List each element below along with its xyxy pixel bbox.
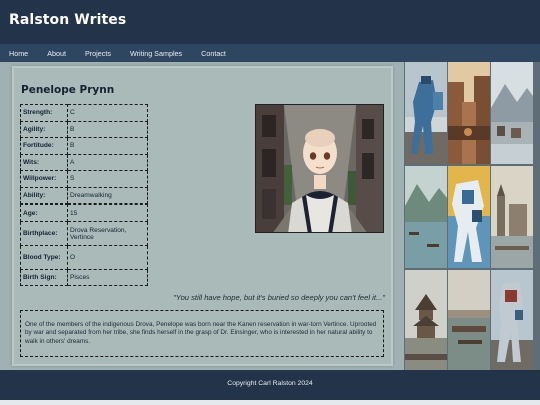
gallery-harbor-image[interactable] [448, 270, 490, 372]
detail-value: Pisces [67, 269, 148, 286]
gallery-pagoda-image[interactable] [405, 270, 447, 372]
site-header: Ralston Writes [0, 0, 540, 44]
table-row: Birthplace: Drova Reservation, Vertince [20, 221, 148, 246]
table-row: Strength: C [20, 104, 148, 122]
attribute-label: Ability: [20, 186, 68, 204]
attribute-value: C [67, 104, 148, 122]
character-bio: One of the members of the indigenous Dro… [20, 310, 384, 357]
attribute-value: A [67, 153, 148, 171]
character-portrait [255, 104, 384, 233]
attribute-value: S [67, 170, 148, 188]
main-nav: Home About Projects Writing Samples Cont… [0, 44, 540, 62]
nav-about-link[interactable]: About [47, 49, 66, 58]
site-title[interactable]: Ralston Writes [9, 12, 126, 28]
character-quote: "You still have hope, but it's buried so… [173, 293, 385, 302]
detail-value: Drova Reservation, Vertince [67, 221, 148, 246]
nav-writing-samples-link[interactable]: Writing Samples [130, 49, 182, 58]
gallery-mountain-village-image[interactable] [491, 62, 533, 164]
attribute-value: B [67, 137, 148, 155]
nav-projects-link[interactable]: Projects [85, 49, 111, 58]
gallery-lake-mountain-image[interactable] [405, 166, 447, 268]
detail-value: O [67, 245, 148, 270]
details-table: Age: 15 Birthplace: Drova Reservation, Ver… [20, 204, 148, 286]
attribute-label: Willpower: [20, 170, 68, 188]
attributes-table: Strength: C Agility: B Fortitude: B Wits: A … [20, 104, 148, 204]
nav-home-link[interactable]: Home [9, 49, 28, 58]
detail-label: Age: [20, 204, 68, 222]
table-row: Fortitude: B [20, 137, 148, 155]
table-row: Wits: A [20, 153, 148, 171]
bottom-strip [0, 400, 540, 405]
gallery-mech-city-image[interactable] [491, 270, 533, 372]
character-name: Penelope Prynn [21, 84, 115, 96]
image-gallery [404, 62, 540, 370]
gallery-steampunk-city-image[interactable] [448, 62, 490, 164]
gallery-mech-sky-image[interactable] [448, 166, 490, 268]
attribute-value: Dreamwalking [67, 186, 148, 204]
detail-value: 15 [67, 204, 148, 222]
table-row: Age: 15 [20, 204, 148, 222]
table-row: Blood Type: O [20, 245, 148, 270]
nav-contact-link[interactable]: Contact [201, 49, 226, 58]
table-row: Agility: B [20, 120, 148, 138]
gallery-castle-town-image[interactable] [491, 166, 533, 268]
gallery-mech-image[interactable] [405, 62, 447, 164]
detail-label: Blood Type: [20, 245, 68, 270]
detail-label: Birthplace: [20, 221, 68, 246]
attribute-label: Fortitude: [20, 137, 68, 155]
attribute-label: Wits: [20, 153, 68, 171]
table-row: Ability: Dreamwalking [20, 186, 148, 204]
table-row: Willpower: S [20, 170, 148, 188]
detail-label: Birth Sign: [20, 269, 68, 286]
copyright-text: Copyright Carl Ralston 2024 [227, 380, 313, 387]
site-footer: Copyright Carl Ralston 2024 [0, 370, 540, 400]
attribute-value: B [67, 120, 148, 138]
attribute-label: Agility: [20, 120, 68, 138]
attribute-label: Strength: [20, 104, 68, 122]
table-row: Birth Sign: Pisces [20, 269, 148, 286]
